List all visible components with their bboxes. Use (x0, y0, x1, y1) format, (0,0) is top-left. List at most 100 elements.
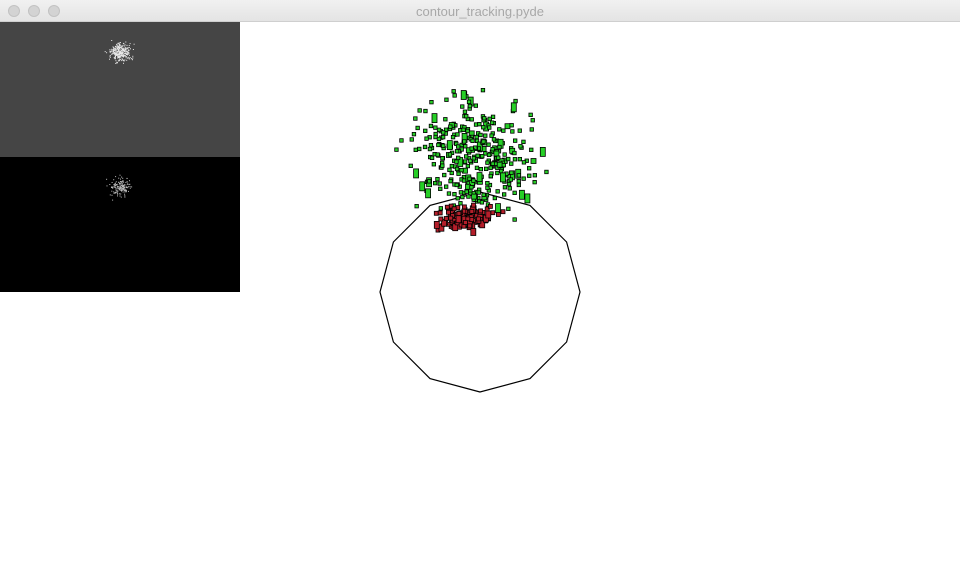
cloud-point (125, 57, 127, 59)
particle (494, 138, 500, 143)
cloud-point (132, 57, 134, 59)
particle (452, 191, 457, 197)
particle (462, 114, 467, 119)
cloud-point (124, 188, 126, 190)
particle (476, 195, 481, 201)
particle (512, 157, 518, 162)
cloud-point (129, 54, 130, 56)
cloud-point (122, 48, 124, 50)
particle (462, 220, 468, 225)
cloud-point (113, 52, 115, 53)
particle (453, 221, 460, 230)
cloud-point (119, 193, 121, 195)
cloud-point (120, 188, 122, 189)
cloud-point (124, 53, 125, 55)
particle (477, 198, 482, 204)
particle (488, 173, 493, 179)
particle (425, 188, 432, 199)
particle (462, 91, 468, 96)
particle (447, 167, 452, 173)
cloud-point (115, 60, 117, 62)
cloud-point (130, 48, 131, 50)
particle (482, 214, 489, 223)
particle (476, 217, 482, 223)
particle (429, 155, 435, 161)
particle (486, 152, 492, 158)
particle (443, 220, 449, 226)
cloud-point (121, 55, 123, 57)
particle (473, 220, 478, 225)
particle (468, 217, 474, 223)
particle (504, 123, 511, 130)
particle (464, 212, 470, 217)
particle (479, 214, 486, 223)
particle (470, 148, 476, 153)
particle (465, 128, 470, 134)
particle (439, 135, 444, 140)
cloud-point (122, 188, 124, 190)
particle (474, 189, 479, 195)
cloud-point (119, 174, 121, 176)
cloud-point (114, 187, 116, 188)
particle (524, 158, 529, 163)
particle (482, 215, 489, 224)
particle (451, 158, 457, 163)
particle (454, 141, 459, 146)
cloud-point (132, 55, 134, 57)
cloud-point (126, 48, 128, 49)
particle (440, 135, 446, 140)
particle (490, 210, 496, 216)
particle (468, 137, 474, 142)
particle (399, 138, 404, 143)
particle (471, 178, 476, 183)
cloud-point (129, 187, 131, 189)
particle (456, 210, 462, 216)
cloud-point (123, 50, 125, 52)
particle (457, 184, 462, 189)
cloud-point (117, 190, 119, 192)
particle (453, 140, 458, 146)
cloud-point (126, 59, 128, 61)
particle (529, 127, 534, 132)
particle (495, 165, 500, 170)
particle (499, 166, 505, 172)
particle (475, 219, 481, 225)
particle (413, 116, 418, 121)
particle (448, 224, 454, 229)
particle (506, 206, 511, 212)
particle (442, 172, 447, 178)
particle (489, 163, 495, 168)
particle (433, 125, 438, 130)
particle (469, 211, 475, 217)
particle (485, 185, 490, 190)
particle (509, 170, 515, 181)
particle (460, 104, 465, 109)
particle (487, 125, 492, 130)
particle (450, 214, 456, 220)
particle (476, 172, 483, 183)
cloud-point (120, 53, 122, 55)
particle (490, 161, 495, 166)
particle (460, 210, 466, 216)
particle (468, 212, 475, 221)
cloud-point (119, 183, 121, 184)
particle (427, 146, 433, 152)
particle (424, 136, 429, 141)
particle (450, 214, 456, 219)
cloud-point (126, 183, 128, 185)
particle (464, 189, 469, 194)
particle (445, 209, 451, 215)
sketch-canvas[interactable] (0, 22, 960, 562)
particle (483, 166, 489, 172)
particle (438, 129, 443, 134)
particle (427, 135, 432, 140)
cloud-point (109, 56, 111, 58)
particle (440, 222, 445, 228)
particle (454, 166, 460, 172)
particle (493, 150, 500, 157)
particle (466, 150, 472, 155)
cloud-point (125, 182, 127, 183)
particle (478, 208, 483, 214)
particle (470, 205, 477, 214)
particle (452, 182, 457, 187)
